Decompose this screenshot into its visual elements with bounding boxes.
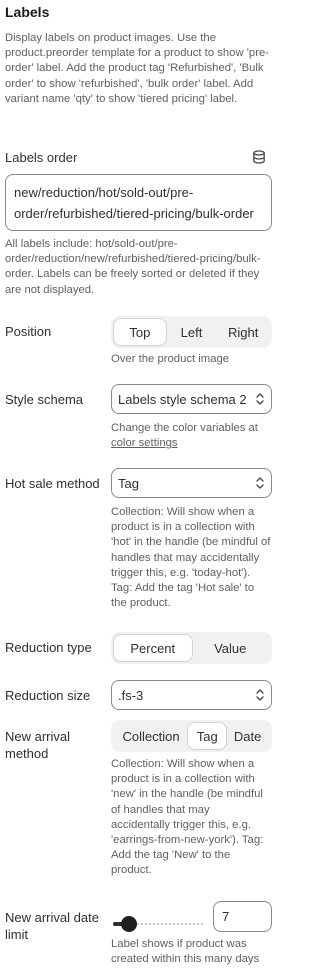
new-arrival-option-collection[interactable]: Collection bbox=[114, 723, 188, 749]
new-arrival-date-limit-label: New arrival date limit bbox=[5, 910, 99, 942]
labels-settings-panel: Labels Display labels on product images.… bbox=[0, 0, 278, 980]
style-schema-hint: Change the color variables at color sett… bbox=[111, 421, 271, 451]
chevron-up-down-icon bbox=[256, 477, 264, 489]
position-option-top[interactable]: Top bbox=[114, 319, 166, 345]
chevron-up-down-icon bbox=[256, 393, 264, 405]
new-arrival-option-date[interactable]: Date bbox=[226, 723, 269, 749]
hot-sale-method-label: Hot sale method bbox=[5, 476, 100, 491]
labels-order-label: Labels order bbox=[5, 150, 78, 165]
reduction-type-option-percent[interactable]: Percent bbox=[114, 635, 192, 661]
slider-thumb[interactable] bbox=[121, 916, 137, 932]
position-label: Position bbox=[5, 324, 52, 339]
reduction-size-value: .fs-3 bbox=[118, 687, 144, 703]
date-limit-slider[interactable] bbox=[111, 916, 203, 932]
position-option-left[interactable]: Left bbox=[166, 319, 218, 345]
new-arrival-option-tag[interactable]: Tag bbox=[188, 723, 227, 749]
reduction-type-label: Reduction type bbox=[5, 640, 92, 655]
new-arrival-method-hint: Collection: Will show when a product is … bbox=[111, 758, 264, 877]
new-arrival-method-label: New arrival method bbox=[5, 729, 71, 761]
section-description: Display labels on product images. Use th… bbox=[5, 32, 270, 105]
date-limit-input[interactable]: 7 bbox=[213, 901, 272, 932]
position-hint: Over the product image bbox=[111, 353, 230, 365]
new-arrival-method-segmented-control: Collection Tag Date bbox=[111, 720, 272, 752]
position-segmented-control: Top Left Right bbox=[111, 316, 272, 348]
reduction-size-select[interactable]: .fs-3 bbox=[111, 680, 272, 710]
date-limit-hint: Label shows if product was created withi… bbox=[111, 938, 260, 966]
labels-order-textarea[interactable]: new/reduction/hot/sold-out/pre-order/ref… bbox=[5, 174, 272, 231]
color-settings-link[interactable]: color settings bbox=[111, 437, 178, 449]
hot-sale-method-value: Tag bbox=[118, 475, 139, 491]
style-schema-label: Style schema bbox=[5, 392, 84, 407]
reduction-size-label: Reduction size bbox=[5, 688, 91, 703]
reduction-type-segmented-control: Percent Value bbox=[111, 632, 272, 664]
section-title: Labels bbox=[5, 4, 50, 20]
chevron-up-down-icon bbox=[256, 689, 264, 701]
hot-sale-method-select[interactable]: Tag bbox=[111, 468, 272, 498]
position-option-right[interactable]: Right bbox=[217, 319, 269, 345]
hot-sale-method-hint: Collection: Will show when a product is … bbox=[111, 506, 271, 610]
style-schema-value: Labels style schema 2 bbox=[118, 391, 247, 407]
database-icon[interactable] bbox=[252, 150, 266, 164]
style-schema-hint-text: Change the color variables at bbox=[111, 422, 258, 434]
reduction-type-option-value[interactable]: Value bbox=[192, 635, 270, 661]
style-schema-select[interactable]: Labels style schema 2 bbox=[111, 384, 272, 414]
labels-order-hint: All labels include: hot/sold-out/pre-ord… bbox=[5, 238, 261, 296]
